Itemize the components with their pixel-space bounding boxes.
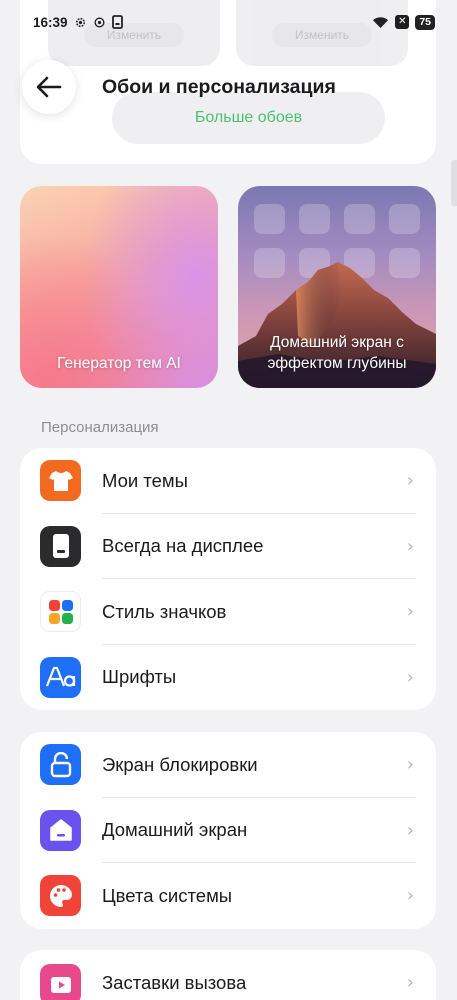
back-button[interactable]: [22, 60, 76, 114]
menu-item-label: Цвета системы: [102, 884, 233, 906]
ai-theme-generator-tile[interactable]: Генератор тем AI: [20, 186, 218, 388]
call-card: Заставки вызова ›: [20, 950, 436, 1000]
page-title: Обои и персонализация: [102, 76, 336, 98]
menu-item-label: Шрифты: [102, 666, 177, 688]
menu-item-label: Домашний экран: [102, 819, 248, 841]
chevron-right-icon: ›: [406, 470, 414, 492]
video-play-icon: [40, 964, 81, 1000]
depth-home-screen-tile[interactable]: Домашний экран с эффектом глубины: [238, 186, 436, 388]
menu-item-icon-style[interactable]: Стиль значков ›: [20, 579, 436, 645]
arrow-left-icon: [36, 76, 62, 98]
chevron-right-icon: ›: [406, 535, 414, 557]
home-icon: [40, 809, 81, 851]
chevron-right-icon: ›: [406, 972, 414, 993]
system-card: Экран блокировки › Домашний экран › Цвет…: [20, 732, 436, 929]
chevron-right-icon: ›: [406, 885, 414, 907]
personalization-card: Мои темы › Всегда на дисплее › Стиль зна…: [20, 448, 436, 710]
menu-item-always-on-display[interactable]: Всегда на дисплее ›: [20, 514, 436, 579]
palette-icon: [40, 875, 81, 917]
status-bar-left: 16:39: [33, 15, 123, 30]
battery-indicator: 75: [415, 14, 435, 30]
unlock-icon: [40, 744, 81, 786]
menu-item-label: Экран блокировки: [102, 753, 258, 775]
menu-item-label: Заставки вызова: [102, 972, 247, 993]
status-bar: 16:39 ✕ 75: [0, 0, 457, 44]
menu-item-home-screen[interactable]: Домашний экран ›: [20, 798, 436, 863]
menu-item-my-themes[interactable]: Мои темы ›: [20, 448, 436, 514]
chevron-right-icon: ›: [406, 666, 414, 688]
no-sim-icon: ✕: [395, 15, 410, 29]
font-icon: [40, 656, 81, 698]
menu-item-label: Всегда на дисплее: [102, 535, 264, 557]
menu-item-system-colors[interactable]: Цвета системы ›: [20, 863, 436, 929]
scroll-indicator: [451, 160, 457, 206]
menu-item-label: Стиль значков: [102, 600, 227, 622]
menu-item-lock-screen[interactable]: Экран блокировки ›: [20, 732, 436, 798]
menu-item-call-screens[interactable]: Заставки вызова ›: [20, 950, 436, 1000]
status-bar-right: ✕ 75: [372, 14, 435, 30]
wifi-icon: [373, 16, 389, 28]
chevron-right-icon: ›: [406, 601, 414, 623]
gear-icon: [75, 17, 85, 27]
section-title-personalization: Персонализация: [41, 419, 159, 436]
menu-item-label: Мои темы: [102, 469, 188, 491]
tshirt-icon: [40, 460, 81, 502]
chevron-right-icon: ›: [406, 754, 414, 776]
chevron-right-icon: ›: [406, 819, 414, 841]
aod-phone-icon: [40, 525, 81, 567]
depth-home-screen-label: Домашний экран с эффектом глубины: [267, 334, 407, 372]
more-wallpapers-button[interactable]: Больше обоев: [112, 92, 385, 144]
sync-icon: [94, 16, 105, 28]
phone-screenshot-icon: [111, 15, 123, 29]
ai-theme-generator-label: Генератор тем AI: [57, 355, 181, 372]
menu-item-fonts[interactable]: Шрифты ›: [20, 645, 436, 711]
status-time: 16:39: [33, 14, 68, 30]
icon-grid-icon: [40, 591, 81, 633]
